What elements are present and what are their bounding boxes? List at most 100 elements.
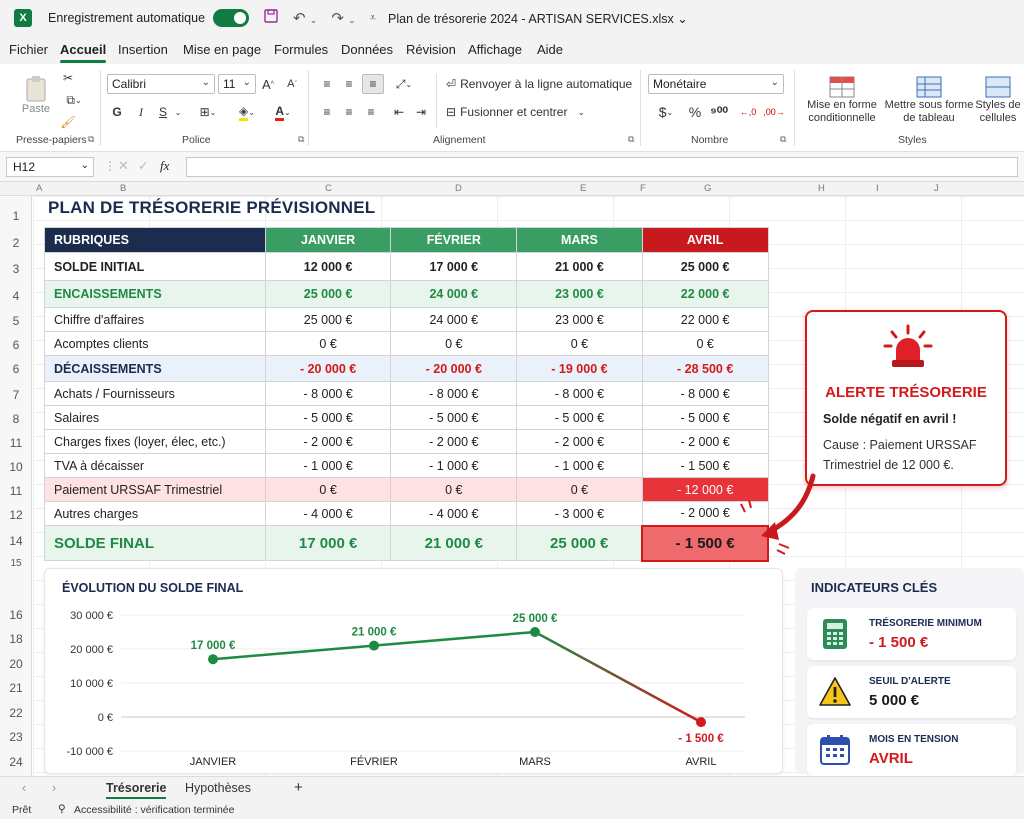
cell[interactable]: - 19 000 €	[516, 355, 643, 382]
format-as-table-button[interactable]: Mettre sous forme de tableau	[882, 70, 976, 130]
align-middle-icon[interactable]: ≡	[340, 74, 358, 94]
col-header-a[interactable]: A	[36, 183, 42, 194]
increase-indent-icon[interactable]: ⇥	[412, 102, 430, 122]
cell[interactable]: - 2 000 €	[390, 429, 518, 454]
number-format-select[interactable]: Monétaire ⌄	[648, 74, 784, 94]
bold-button[interactable]: G	[110, 102, 124, 122]
row-label[interactable]: Chiffre d'affaires	[44, 307, 266, 332]
cell[interactable]: 22 000 €	[641, 307, 769, 332]
col-header-c[interactable]: C	[325, 183, 332, 194]
row-header[interactable]: 6	[0, 338, 32, 352]
copy-icon[interactable]: ⧉ ⌄	[60, 92, 88, 108]
header-cell[interactable]: FÉVRIER	[390, 227, 518, 253]
row-label[interactable]: SOLDE INITIAL	[44, 252, 266, 281]
header-cell[interactable]: JANVIER	[264, 227, 392, 253]
document-title[interactable]: Plan de trésorerie 2024 - ARTISAN SERVIC…	[388, 11, 688, 26]
enter-icon[interactable]: ✓	[138, 158, 149, 174]
name-box[interactable]: H12 ⌄	[6, 157, 94, 177]
row-header[interactable]: 7	[0, 388, 32, 402]
row-label[interactable]: SOLDE FINAL	[44, 525, 266, 561]
cell[interactable]: 24 000 €	[390, 307, 518, 332]
percent-icon[interactable]: %	[686, 102, 704, 122]
row-header[interactable]: 14	[0, 534, 32, 548]
row-header[interactable]: 22	[0, 706, 32, 720]
cell[interactable]: - 2 000 €	[516, 429, 643, 454]
underline-dropdown-icon[interactable]: ⌄	[172, 102, 184, 122]
cell[interactable]: 17 000 €	[264, 525, 392, 561]
row-header[interactable]: 16	[0, 608, 32, 622]
increase-decimal-icon[interactable]: ←,0	[736, 102, 760, 122]
row-header[interactable]: 2	[0, 236, 32, 250]
alignment-dialog-launcher-icon[interactable]: ⧉	[628, 134, 634, 145]
col-header-i[interactable]: I	[876, 183, 879, 194]
row-header[interactable]: 1	[0, 209, 32, 223]
row-label[interactable]: Autres charges	[44, 501, 266, 526]
cell[interactable]: 22 000 €	[641, 280, 769, 308]
row-header[interactable]: 11	[0, 484, 32, 498]
accessibility-status[interactable]: Accessibilité : vérification terminée	[74, 804, 234, 816]
row-header[interactable]: 8	[0, 412, 32, 426]
tab-accueil[interactable]: Accueil	[60, 42, 107, 63]
wrap-text-button[interactable]: ⏎ Renvoyer à la ligne automatique	[446, 74, 632, 94]
decrease-decimal-icon[interactable]: ,00→	[762, 102, 786, 122]
cell[interactable]: - 4 000 €	[264, 501, 392, 526]
row-header[interactable]: 4	[0, 289, 32, 303]
tab-formules[interactable]: Formules	[274, 42, 328, 57]
row-header[interactable]: 15	[0, 558, 32, 569]
cell[interactable]: 21 000 €	[516, 252, 643, 281]
tab-fichier[interactable]: Fichier	[9, 42, 48, 57]
cell[interactable]: - 5 000 €	[516, 405, 643, 430]
cell[interactable]: 25 000 €	[516, 525, 643, 561]
font-size-select[interactable]: 11 ⌄	[218, 74, 256, 94]
row-label[interactable]: TVA à décaisser	[44, 453, 266, 478]
more-icon[interactable]: ⋮	[104, 159, 116, 173]
col-header-e[interactable]: E	[580, 183, 586, 194]
row-header[interactable]: 3	[0, 262, 32, 276]
cell[interactable]: - 4 000 €	[390, 501, 518, 526]
cell[interactable]: 0 €	[516, 331, 643, 356]
orientation-icon[interactable]: ⤢ ⌄	[390, 74, 418, 94]
sheet-tab-tresorerie[interactable]: Trésorerie	[106, 781, 167, 799]
row-header[interactable]: 10	[0, 460, 32, 474]
cell[interactable]: - 8 000 €	[641, 381, 769, 406]
row-label[interactable]: ENCAISSEMENTS	[44, 280, 266, 308]
col-header-g[interactable]: G	[704, 183, 711, 194]
row-label[interactable]: Acomptes clients	[44, 331, 266, 356]
cell[interactable]: - 5 000 €	[264, 405, 392, 430]
align-bottom-icon[interactable]: ≡	[362, 74, 384, 94]
cell[interactable]: 0 €	[641, 331, 769, 356]
row-header[interactable]: 20	[0, 657, 32, 671]
formula-input[interactable]	[186, 157, 1018, 177]
borders-icon[interactable]: ⊞ ⌄	[194, 102, 222, 122]
font-dialog-launcher-icon[interactable]: ⧉	[298, 134, 304, 145]
conditional-format-button[interactable]: Mise en forme conditionnelle	[800, 70, 884, 130]
row-label[interactable]: DÉCAISSEMENTS	[44, 355, 266, 382]
row-label[interactable]: Charges fixes (loyer, élec, etc.)	[44, 429, 266, 454]
cell[interactable]: 0 €	[390, 477, 518, 502]
customize-toolbar-icon[interactable]: ⩡	[370, 12, 376, 25]
col-header-h[interactable]: H	[818, 183, 825, 194]
align-left-icon[interactable]: ≡	[318, 102, 336, 122]
row-header[interactable]: 21	[0, 681, 32, 695]
row-label[interactable]: Paiement URSSAF Trimestriel	[44, 477, 266, 502]
row-header[interactable]: 18	[0, 632, 32, 646]
undo-icon[interactable]: ↶ ⌄	[293, 9, 317, 27]
cell[interactable]: - 1 000 €	[516, 453, 643, 478]
col-header-f[interactable]: F	[640, 183, 646, 194]
tab-affichage[interactable]: Affichage	[468, 42, 522, 57]
cell[interactable]: 0 €	[264, 477, 392, 502]
cell[interactable]: - 5 000 €	[390, 405, 518, 430]
fill-color-icon[interactable]: ◈ ⌄	[232, 102, 262, 122]
cell[interactable]: 12 000 €	[264, 252, 392, 281]
font-name-select[interactable]: Calibri ⌄	[107, 74, 215, 94]
cell[interactable]: 0 €	[390, 331, 518, 356]
cell[interactable]: - 8 000 €	[390, 381, 518, 406]
cell[interactable]: 0 €	[516, 477, 643, 502]
save-icon[interactable]	[263, 8, 279, 28]
cell[interactable]: 17 000 €	[390, 252, 518, 281]
cell[interactable]: 25 000 €	[641, 252, 769, 281]
decrease-font-icon[interactable]: Aˇ	[284, 74, 300, 94]
cut-icon[interactable]: ✂	[60, 70, 76, 86]
header-cell[interactable]: MARS	[516, 227, 643, 253]
increase-font-icon[interactable]: A ^	[260, 74, 276, 94]
